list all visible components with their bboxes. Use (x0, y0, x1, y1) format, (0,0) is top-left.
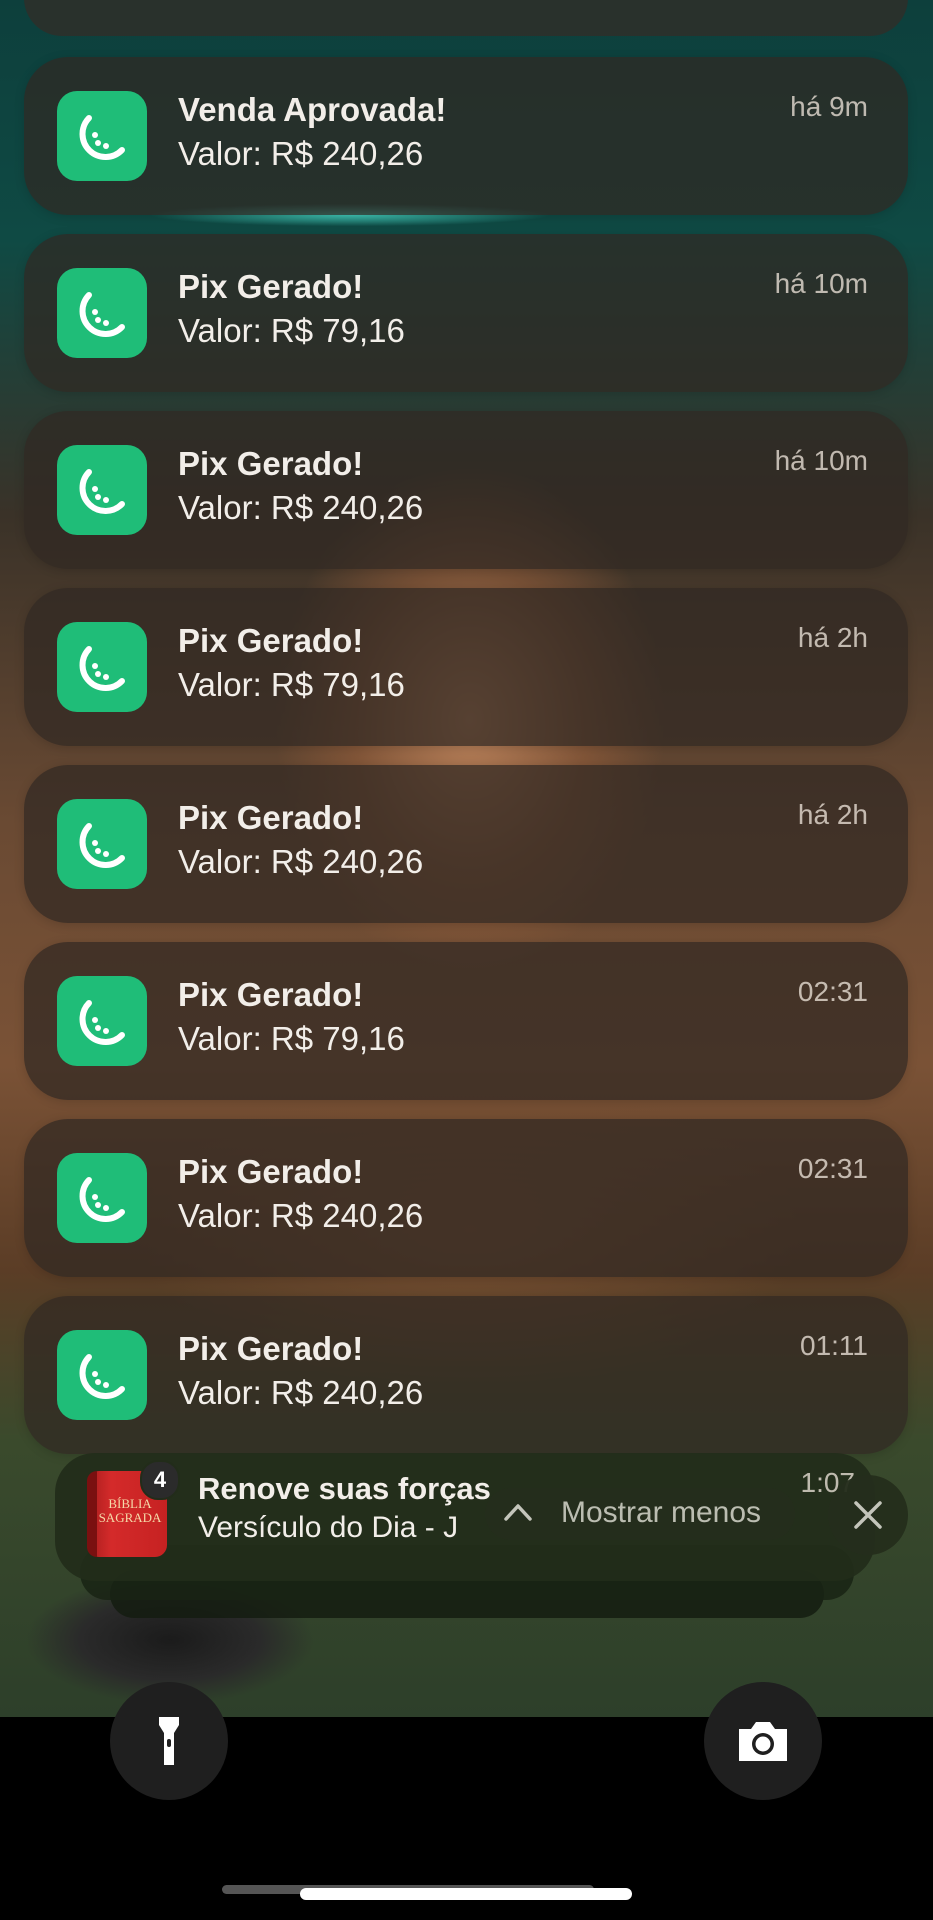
stacked-notification-body: Versículo do Dia - J (198, 1511, 459, 1544)
notification-title: Pix Gerado! (178, 1153, 364, 1190)
notification-title: Pix Gerado! (178, 799, 364, 836)
notification-card[interactable]: Pix Gerado! Valor: R$ 240,26 02:31 (24, 1119, 908, 1277)
notification-title: Pix Gerado! (178, 1330, 364, 1367)
melon-slice-icon (79, 1177, 125, 1222)
notification-card[interactable]: Pix Gerado! Valor: R$ 240,26 há 2h (24, 765, 908, 923)
notification-body: Valor: R$ 240,26 (178, 1374, 424, 1411)
app-icon (57, 1330, 147, 1420)
notification-body: Valor: R$ 79,16 (178, 666, 405, 703)
notification-card[interactable]: Pix Gerado! Valor: R$ 240,26 há 10m (24, 411, 908, 569)
notification-card[interactable]: Pix Gerado! Valor: R$ 79,16 há 10m (24, 234, 908, 392)
melon-slice-icon (79, 292, 125, 337)
notification-card[interactable]: Pix Gerado! Valor: R$ 240,26 01:11 (24, 1296, 908, 1454)
chevron-up-icon (504, 1504, 532, 1521)
notification-time: há 2h (797, 622, 868, 653)
notification-time: há 10m (774, 445, 868, 476)
show-less-button[interactable]: Mostrar menos (485, 1488, 795, 1540)
melon-slice-icon (79, 646, 125, 691)
notification-title: Pix Gerado! (178, 445, 364, 482)
app-icon (57, 976, 147, 1066)
camera-icon (739, 1722, 787, 1761)
notification-title: Pix Gerado! (178, 268, 364, 305)
home-indicator[interactable] (300, 1888, 632, 1900)
notification-body: Valor: R$ 79,16 (178, 312, 405, 349)
app-icon (57, 91, 147, 181)
notification-time: há 2h (797, 799, 868, 830)
notification-body: Valor: R$ 240,26 (178, 843, 424, 880)
camera-button[interactable] (704, 1682, 822, 1800)
app-icon (57, 799, 147, 889)
flashlight-icon (159, 1717, 179, 1765)
notification-body: Valor: R$ 79,16 (178, 1020, 405, 1057)
notification-card[interactable]: Venda Aprovada! Valor: R$ 240,26 há 9m (24, 57, 908, 215)
notification-time: 02:31 (797, 976, 868, 1007)
app-icon (57, 268, 147, 358)
show-less-label: Mostrar menos (561, 1496, 762, 1529)
notification-time: há 9m (790, 91, 868, 122)
notification-time: há 10m (774, 268, 868, 299)
melon-slice-icon (79, 1354, 125, 1399)
flashlight-button[interactable] (110, 1682, 228, 1800)
notification-title: Pix Gerado! (178, 622, 364, 659)
app-icon (57, 622, 147, 712)
notification-partial[interactable] (24, 0, 908, 36)
stacked-notification-title: Renove suas forças (198, 1471, 491, 1506)
notification-time: 01:11 (800, 1330, 868, 1361)
clear-notifications-button[interactable] (828, 1475, 908, 1555)
notification-title: Venda Aprovada! (178, 91, 447, 128)
melon-slice-icon (79, 115, 125, 160)
notification-body: Valor: R$ 240,26 (178, 135, 424, 172)
melon-slice-icon (79, 823, 125, 868)
app-icon (57, 445, 147, 535)
melon-slice-icon (79, 469, 125, 514)
notification-card[interactable]: Pix Gerado! Valor: R$ 79,16 02:31 (24, 942, 908, 1100)
notification-title: Pix Gerado! (178, 976, 364, 1013)
notification-body: Valor: R$ 240,26 (178, 1197, 424, 1234)
app-icon (57, 1153, 147, 1243)
bible-icon-label: BÍBLIA SAGRADA (98, 1496, 162, 1525)
notification-body: Valor: R$ 240,26 (178, 489, 424, 526)
melon-slice-icon (79, 1000, 125, 1045)
notification-count-badge: 4 (140, 1460, 180, 1500)
notification-card[interactable]: Pix Gerado! Valor: R$ 79,16 há 2h (24, 588, 908, 746)
notification-time: 02:31 (797, 1153, 868, 1184)
close-icon (854, 1501, 882, 1529)
